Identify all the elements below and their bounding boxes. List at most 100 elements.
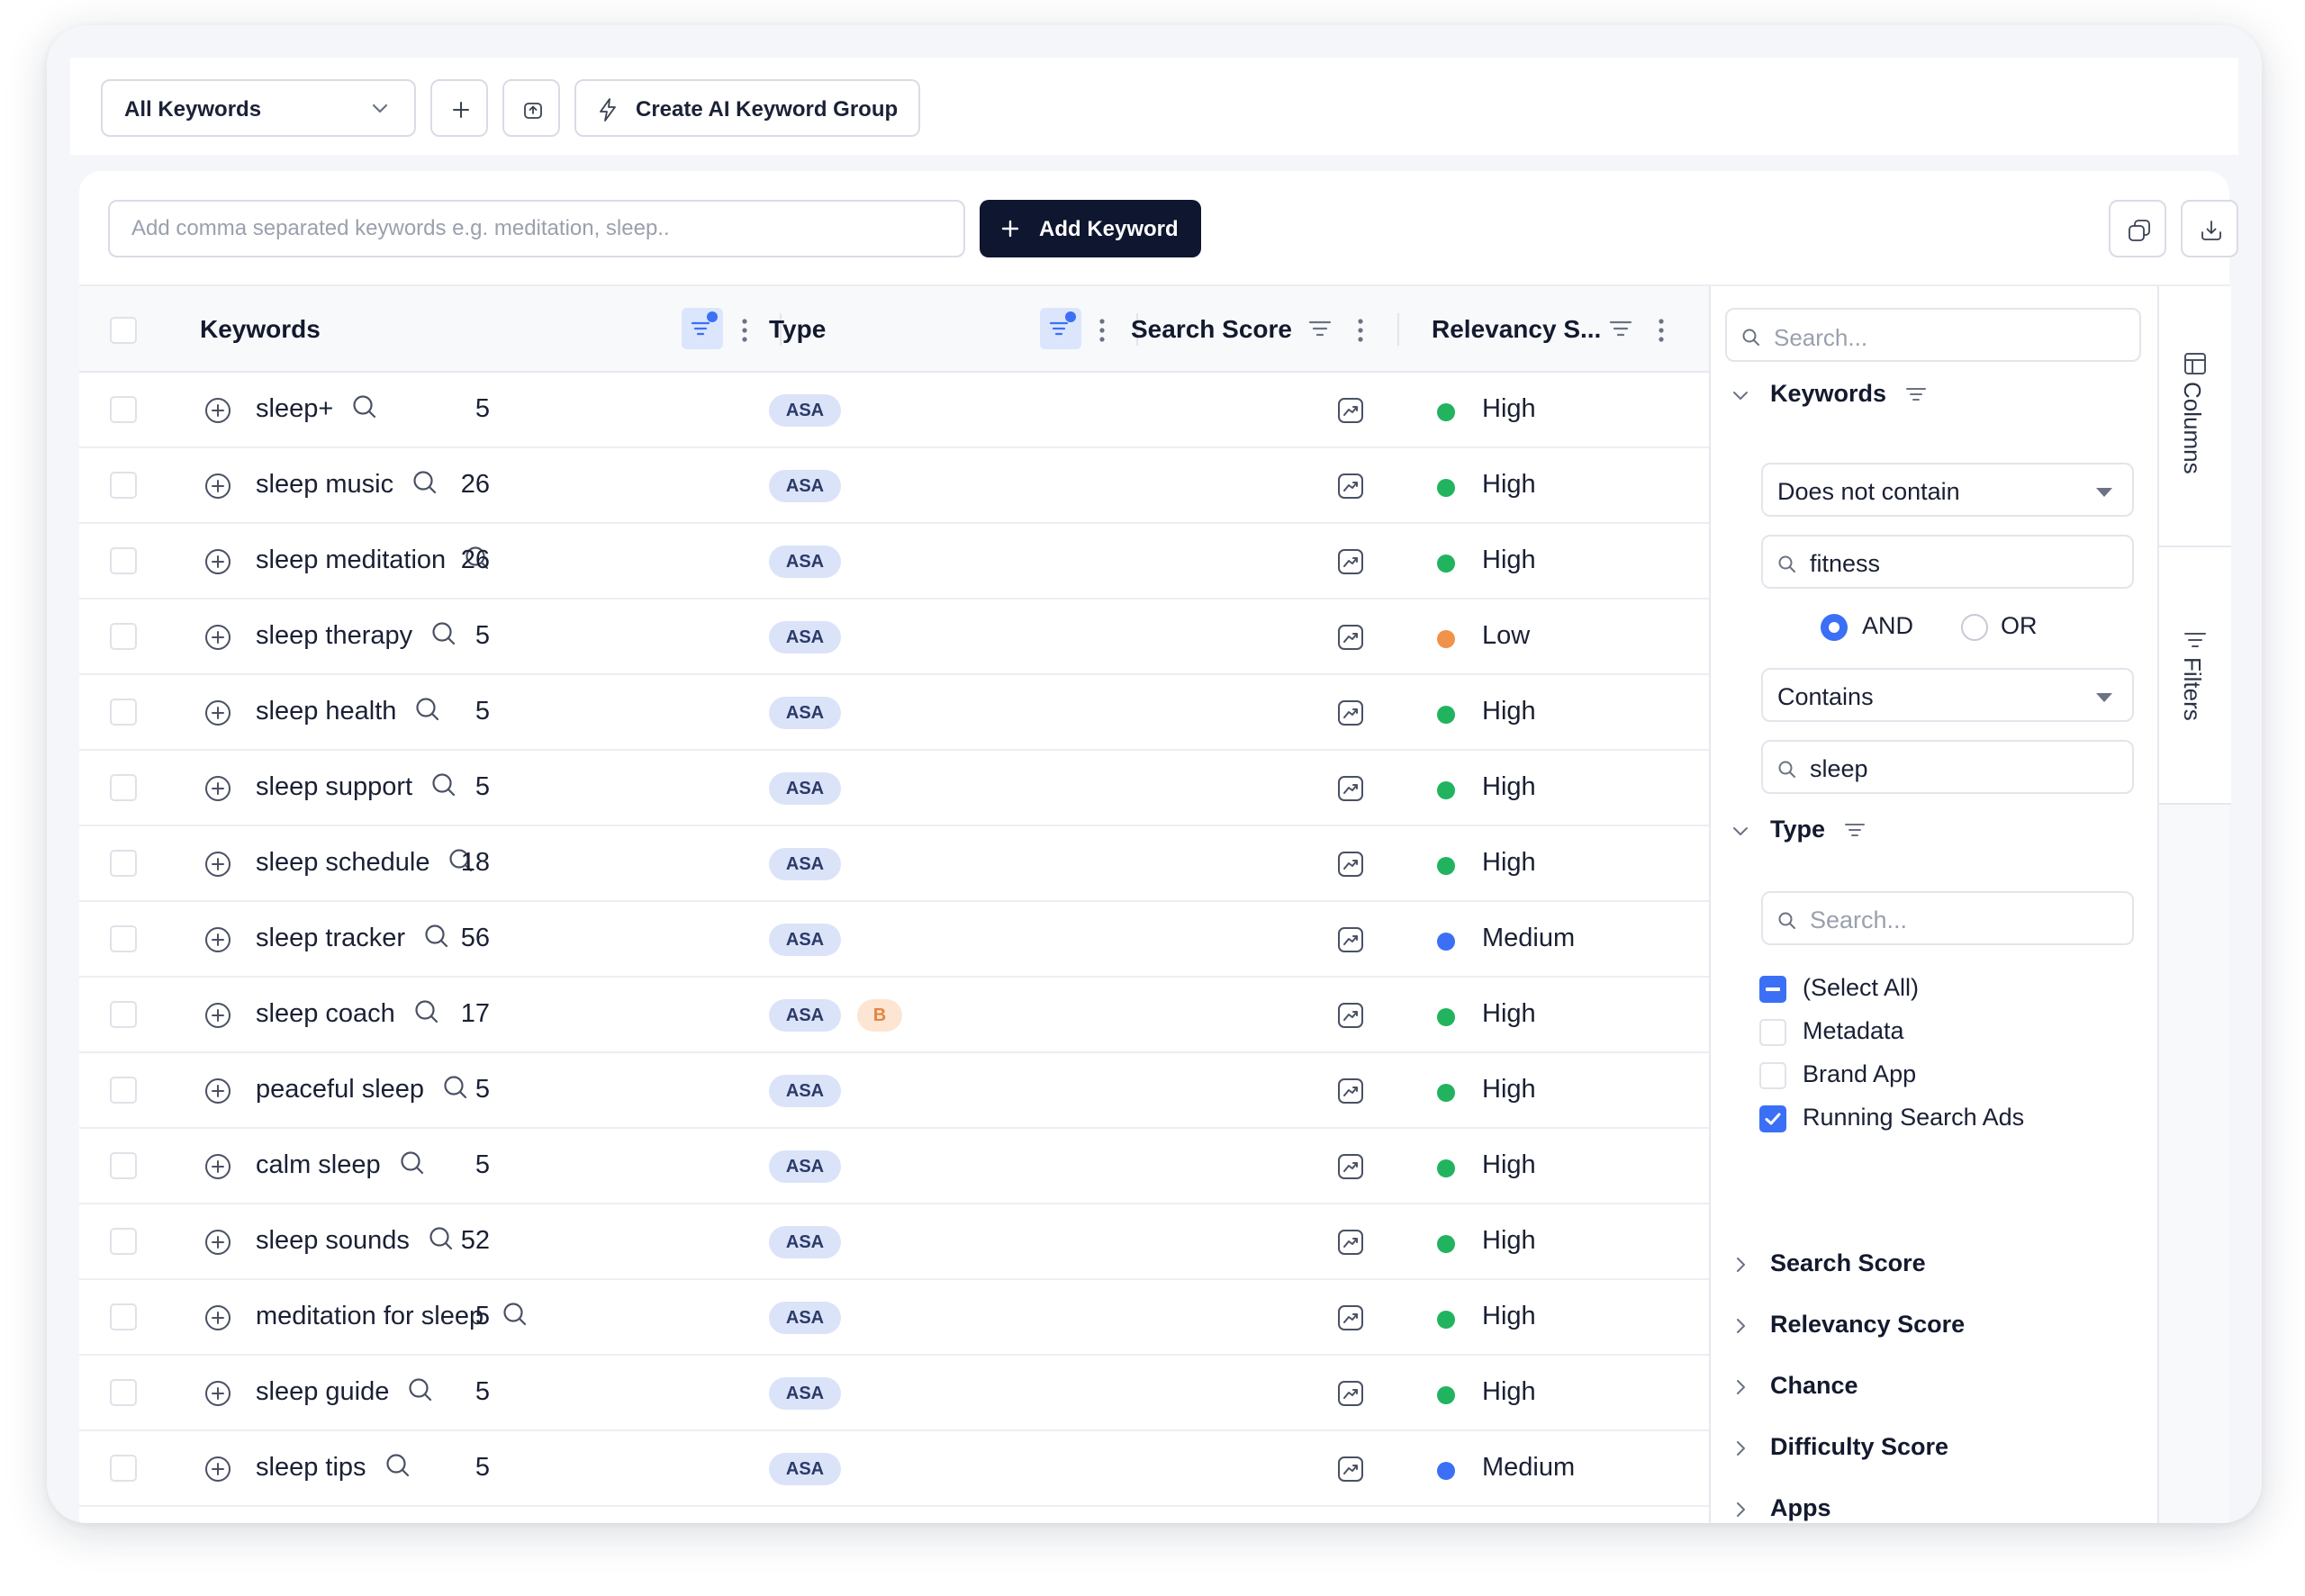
table-row[interactable]: sleep sounds ASA 52 High [79,1204,1709,1280]
filter-section-collapsed[interactable]: Chance [1729,1372,1858,1400]
type-option-checkbox[interactable] [1759,1062,1786,1089]
filter-section-collapsed[interactable]: Difficulty Score [1729,1433,1948,1461]
row-checkbox[interactable] [110,472,137,499]
row-checkbox[interactable] [110,1077,137,1104]
keyword-condition-2-select[interactable]: Contains [1761,668,2134,722]
select-all-rows-checkbox[interactable] [110,317,137,344]
type-filter-button[interactable] [1040,308,1081,349]
add-circle-icon[interactable] [203,1303,232,1332]
trend-icon[interactable] [1336,1228,1365,1257]
table-row[interactable]: sleep tips ASA 5 Medium [79,1431,1709,1507]
search-icon[interactable] [414,696,441,723]
type-option-checkbox[interactable] [1759,976,1786,1003]
trend-icon[interactable] [1336,396,1365,425]
row-checkbox[interactable] [110,1455,137,1482]
trend-icon[interactable] [1336,472,1365,500]
columns-tab[interactable]: Columns [2159,286,2231,547]
table-row[interactable]: sleep meditation ASA 26 High [79,524,1709,600]
row-checkbox[interactable] [110,396,137,423]
search-icon[interactable] [351,393,378,420]
add-circle-icon[interactable] [203,472,232,500]
row-checkbox[interactable] [110,1228,137,1255]
search-icon[interactable] [413,998,440,1025]
add-circle-icon[interactable] [203,396,232,425]
table-row[interactable]: meditation for sleep ASA 5 High [79,1280,1709,1356]
add-circle-icon[interactable] [203,1152,232,1181]
filter-icon[interactable] [1608,317,1633,342]
filter-section-keywords[interactable]: Keywords [1729,380,1928,408]
table-row[interactable]: sleep schedule ASA 18 High [79,826,1709,902]
column-header-relevancy[interactable]: Relevancy S... [1432,315,1601,344]
filter-section-collapsed[interactable]: Search Score [1729,1249,1926,1277]
add-circle-icon[interactable] [203,774,232,803]
filter-section-collapsed[interactable]: Apps [1729,1494,1831,1522]
table-row[interactable]: sleep support ASA 5 High [79,751,1709,826]
more-vertical-icon[interactable] [1098,317,1107,344]
search-icon[interactable] [411,469,438,496]
row-checkbox[interactable] [110,1379,137,1406]
type-option-label[interactable]: Running Search Ads [1803,1104,2024,1132]
trend-icon[interactable] [1336,925,1365,954]
trend-icon[interactable] [1336,699,1365,727]
export-group-button[interactable] [502,79,560,137]
row-checkbox[interactable] [110,925,137,952]
type-search-input[interactable]: Search... [1761,891,2134,945]
add-circle-icon[interactable] [203,925,232,954]
search-icon[interactable] [502,1301,529,1328]
trend-icon[interactable] [1336,623,1365,652]
more-vertical-icon[interactable] [1356,317,1365,344]
table-row[interactable]: peaceful sleep ASA 5 High [79,1053,1709,1129]
filters-tab[interactable]: Filters [2159,547,2231,805]
filter-section-type[interactable]: Type [1729,816,1867,843]
add-circle-icon[interactable] [203,699,232,727]
search-icon[interactable] [384,1452,411,1479]
add-circle-icon[interactable] [203,547,232,576]
trend-icon[interactable] [1336,1455,1365,1483]
trend-icon[interactable] [1336,1001,1365,1030]
search-icon[interactable] [430,620,457,647]
add-circle-icon[interactable] [203,850,232,879]
type-option-label[interactable]: Metadata [1803,1017,1904,1045]
add-circle-icon[interactable] [203,1455,232,1483]
keyword-condition-1-select[interactable]: Does not contain [1761,463,2134,517]
search-icon[interactable] [430,771,457,798]
table-row[interactable]: sleep coach ASA B 17 High [79,978,1709,1053]
filter-search-input[interactable]: Search... [1725,308,2141,362]
search-icon[interactable] [428,1225,455,1252]
more-vertical-icon[interactable] [1657,317,1666,344]
table-row[interactable]: sleep guide ASA 5 High [79,1356,1709,1431]
table-row[interactable]: sleep therapy ASA 5 Low [79,600,1709,675]
keywords-filter-button[interactable] [682,308,723,349]
keyword-value-1-input[interactable]: fitness [1761,535,2134,589]
add-circle-icon[interactable] [203,1228,232,1257]
download-button[interactable] [2181,200,2238,257]
type-option-checkbox[interactable] [1759,1105,1786,1132]
trend-icon[interactable] [1336,1379,1365,1408]
trend-icon[interactable] [1336,547,1365,576]
row-checkbox[interactable] [110,1152,137,1179]
filter-section-collapsed[interactable]: Relevancy Score [1729,1311,1965,1339]
add-circle-icon[interactable] [203,623,232,652]
search-icon[interactable] [442,1074,469,1101]
row-checkbox[interactable] [110,699,137,726]
table-row[interactable]: sleep tracker ASA 56 Medium [79,902,1709,978]
add-circle-icon[interactable] [203,1001,232,1030]
search-icon[interactable] [423,923,450,950]
table-row[interactable]: calm sleep ASA 5 High [79,1129,1709,1204]
add-keyword-button[interactable]: Add Keyword [980,200,1201,257]
row-checkbox[interactable] [110,850,137,877]
trend-icon[interactable] [1336,850,1365,879]
add-circle-icon[interactable] [203,1379,232,1408]
column-separator[interactable] [1397,313,1399,346]
type-option-label[interactable]: Brand App [1803,1060,1916,1088]
trend-icon[interactable] [1336,1077,1365,1105]
column-header-search-score[interactable]: Search Score [1131,315,1292,344]
more-vertical-icon[interactable] [740,317,749,344]
row-checkbox[interactable] [110,1001,137,1028]
keyword-value-2-input[interactable]: sleep [1761,740,2134,794]
search-icon[interactable] [399,1150,426,1177]
column-header-type[interactable]: Type [769,315,826,344]
keyword-group-select[interactable]: All Keywords [101,79,416,137]
and-radio[interactable] [1821,614,1848,641]
search-icon[interactable] [407,1376,434,1403]
